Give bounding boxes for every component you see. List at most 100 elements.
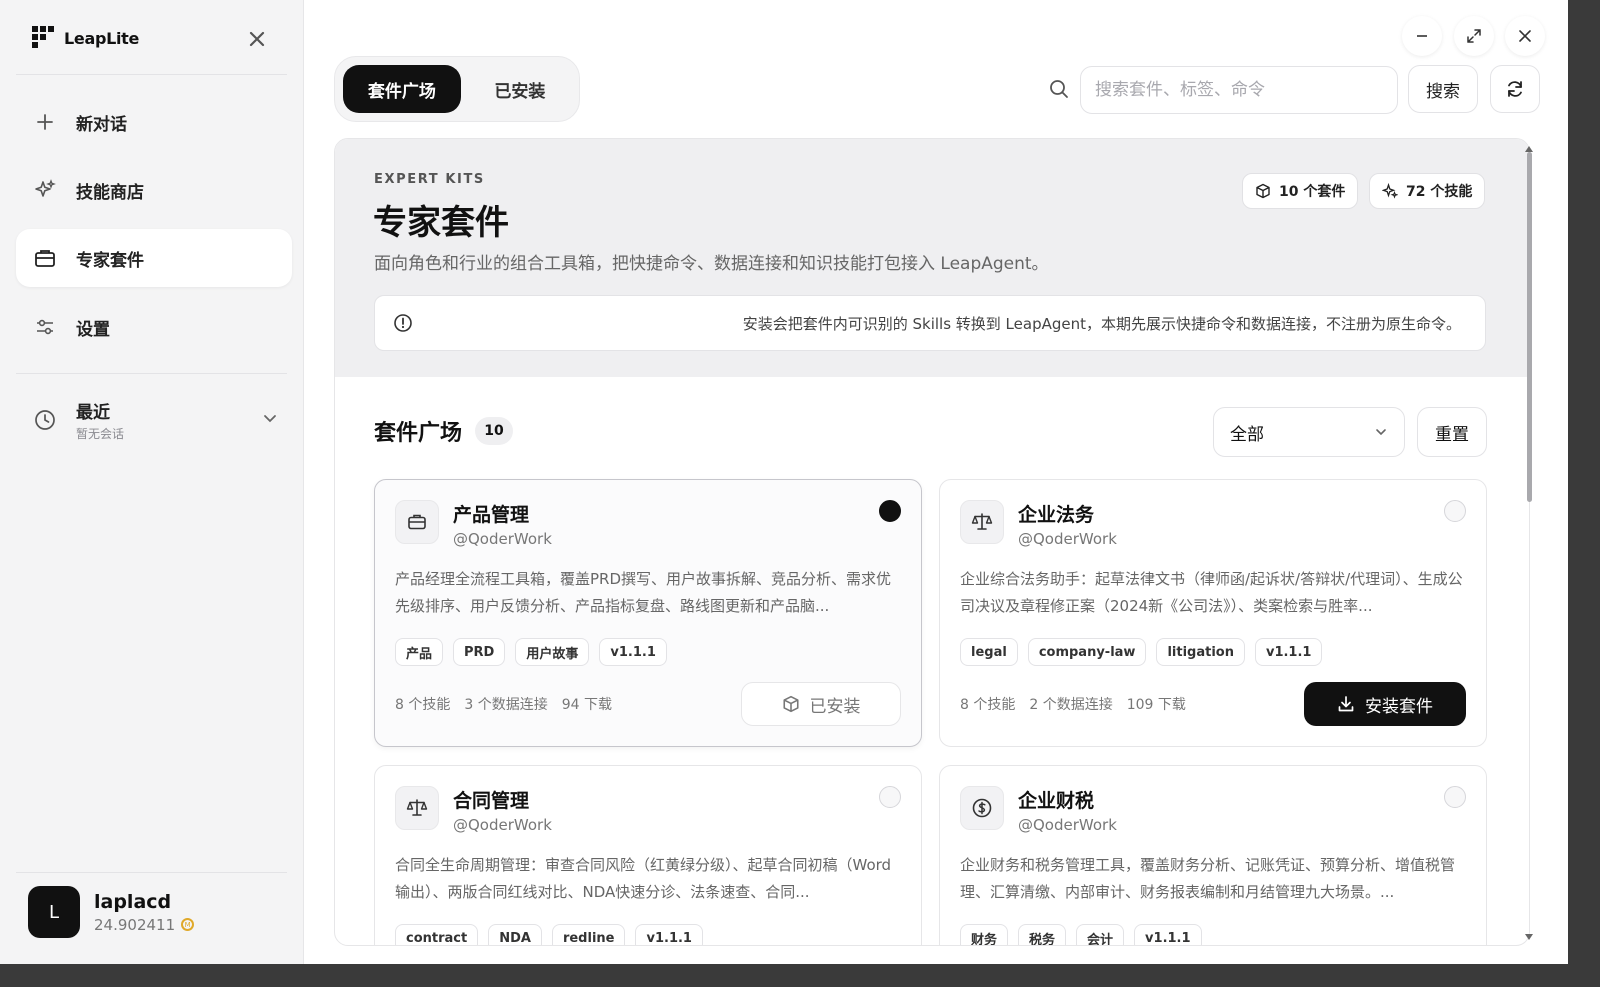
tag: company-law — [1027, 638, 1147, 666]
brand-name: LeapLite — [64, 28, 140, 48]
install-kit-button[interactable]: 安装套件 — [1304, 682, 1466, 726]
refresh-button[interactable] — [1490, 65, 1540, 113]
scrollbar-thumb[interactable] — [1527, 152, 1532, 502]
kit-tags: 财务 税务 会计 v1.1.1 — [960, 924, 1202, 945]
kit-title: 企业法务 — [1018, 504, 1095, 526]
connections-count: 2 个数据连接 — [1029, 697, 1113, 713]
brand: LeapLite — [32, 26, 139, 50]
briefcase-icon — [395, 500, 439, 544]
divider — [16, 373, 287, 374]
installed-label: 已安装 — [809, 696, 861, 717]
tab-bar: 套件广场 已安装 — [334, 56, 580, 122]
kit-title: 企业财税 — [1018, 790, 1095, 812]
kit-title: 合同管理 — [453, 790, 530, 812]
select-radio[interactable] — [1444, 786, 1466, 808]
divider — [16, 74, 287, 75]
select-radio[interactable] — [879, 786, 901, 808]
kit-description: 企业财务和税务管理工具，覆盖财务分析、记账凭证、预算分析、增值税管理、汇算清缴、… — [960, 856, 1456, 901]
category-filter-select[interactable]: 全部 — [1213, 407, 1405, 457]
kit-author: @QoderWork — [453, 530, 552, 548]
plus-icon — [34, 111, 56, 133]
kit-card-corporate-finance-tax[interactable]: 企业财税 @QoderWork 企业财务和税务管理工具，覆盖财务分析、记账凭证、… — [939, 765, 1487, 945]
kit-tags: legal company-law litigation v1.1.1 — [960, 638, 1323, 666]
tab-installed[interactable]: 已安装 — [469, 65, 571, 113]
search-icon — [1048, 78, 1070, 104]
sparkles-icon — [1382, 183, 1398, 199]
maximize-button[interactable] — [1454, 16, 1494, 56]
balance-value: 24.902411 — [94, 915, 176, 934]
expand-icon — [1467, 29, 1481, 43]
kit-meta: 8 个技能 2 个数据连接 109 下载 — [960, 694, 1186, 714]
sidebar-item-settings[interactable]: 设置 — [16, 298, 292, 356]
tag: NDA — [488, 924, 542, 945]
kit-tags: 产品 PRD 用户故事 v1.1.1 — [395, 638, 667, 666]
dollar-icon — [960, 786, 1004, 830]
sidebar-item-label: 技能商店 — [76, 182, 144, 203]
skills-count: 8 个技能 — [395, 697, 451, 713]
scale-icon — [960, 500, 1004, 544]
briefcase-icon — [34, 247, 56, 269]
close-sidebar-button[interactable] — [244, 26, 270, 52]
recent-subtitle: 暂无会话 — [76, 427, 125, 441]
version-tag: v1.1.1 — [1254, 638, 1323, 666]
search-input[interactable] — [1080, 66, 1398, 114]
kit-title: 产品管理 — [453, 504, 530, 526]
kit-card-corporate-legal[interactable]: 企业法务 @QoderWork 企业综合法务助手：起草法律文书（律师函/起诉状/… — [939, 479, 1487, 747]
tag: 财务 — [960, 924, 1009, 945]
sparkles-icon — [34, 179, 56, 201]
coin-icon: M — [181, 918, 195, 931]
kit-tags: contract NDA redline v1.1.1 — [395, 924, 703, 945]
close-window-button[interactable] — [1505, 16, 1545, 56]
version-tag: v1.1.1 — [635, 924, 703, 945]
notice-text: 安装会把套件内可识别的 Skills 转换到 LeapAgent，本期先展示快捷… — [742, 315, 1461, 333]
avatar: L — [28, 886, 80, 938]
kit-card-product-management[interactable]: 产品管理 @QoderWork 产品经理全流程工具箱，覆盖PRD撰写、用户故事拆… — [374, 479, 922, 747]
kit-author: @QoderWork — [1018, 530, 1117, 548]
recent-section-toggle[interactable]: 最近 暂无会话 — [16, 390, 292, 450]
kit-meta: 8 个技能 3 个数据连接 94 下载 — [395, 694, 612, 714]
sidebar-item-label: 设置 — [76, 319, 110, 340]
kit-author: @QoderWork — [453, 816, 552, 834]
minimize-button[interactable] — [1402, 16, 1442, 56]
scroll-down-arrow-icon — [1525, 934, 1533, 940]
minimize-icon — [1417, 35, 1427, 37]
skills-count-label: 72 个技能 — [1406, 184, 1473, 200]
sidebar-item-skill-store[interactable]: 技能商店 — [16, 161, 292, 219]
download-icon — [1338, 696, 1354, 712]
downloads-count: 109 下载 — [1126, 697, 1186, 713]
search-button[interactable]: 搜索 — [1408, 65, 1478, 113]
kit-count-badge: 10 — [475, 417, 513, 445]
installed-button[interactable]: 已安装 — [741, 682, 901, 726]
tab-marketplace[interactable]: 套件广场 — [343, 65, 461, 113]
user-profile[interactable]: L laplacd 24.902411 M — [28, 886, 195, 938]
app-window: LeapLite 新对话 技能商店 专家套件 设置 最近 暂无会话 L lapl… — [0, 0, 1568, 964]
sidebar-item-expert-kits[interactable]: 专家套件 — [16, 229, 292, 287]
select-radio[interactable] — [1444, 500, 1466, 522]
kits-count-chip: 10 个套件 — [1242, 173, 1359, 209]
kit-card-contract-management[interactable]: 合同管理 @QoderWork 合同全生命周期管理：审查合同风险（红黄绿分级）、… — [374, 765, 922, 945]
page-title: 专家套件 — [373, 203, 509, 243]
reset-button[interactable]: 重置 — [1417, 407, 1487, 457]
tag: redline — [551, 924, 626, 945]
hero-section: EXPERT KITS 专家套件 面向角色和行业的组合工具箱，把快捷命令、数据连… — [335, 139, 1529, 377]
hero-eyebrow: EXPERT KITS — [374, 172, 485, 187]
kit-author: @QoderWork — [1018, 816, 1117, 834]
sidebar: LeapLite 新对话 技能商店 专家套件 设置 最近 暂无会话 L lapl… — [0, 0, 304, 964]
sidebar-item-new-chat[interactable]: 新对话 — [16, 93, 292, 151]
tag: 税务 — [1018, 924, 1067, 945]
recent-title: 最近 — [76, 403, 110, 423]
scale-icon — [395, 786, 439, 830]
user-name: laplacd — [94, 890, 172, 913]
cube-icon — [1256, 183, 1270, 199]
tag: legal — [960, 638, 1018, 666]
clock-icon — [34, 409, 56, 431]
sidebar-item-label: 新对话 — [76, 114, 127, 135]
tag: 产品 — [395, 638, 444, 666]
info-icon — [393, 313, 413, 337]
tag: 会计 — [1076, 924, 1125, 945]
filter-value: 全部 — [1230, 424, 1264, 445]
tag: contract — [395, 924, 479, 945]
select-radio[interactable] — [879, 500, 901, 522]
tag: PRD — [453, 638, 506, 666]
user-balance: 24.902411 M — [94, 915, 195, 934]
